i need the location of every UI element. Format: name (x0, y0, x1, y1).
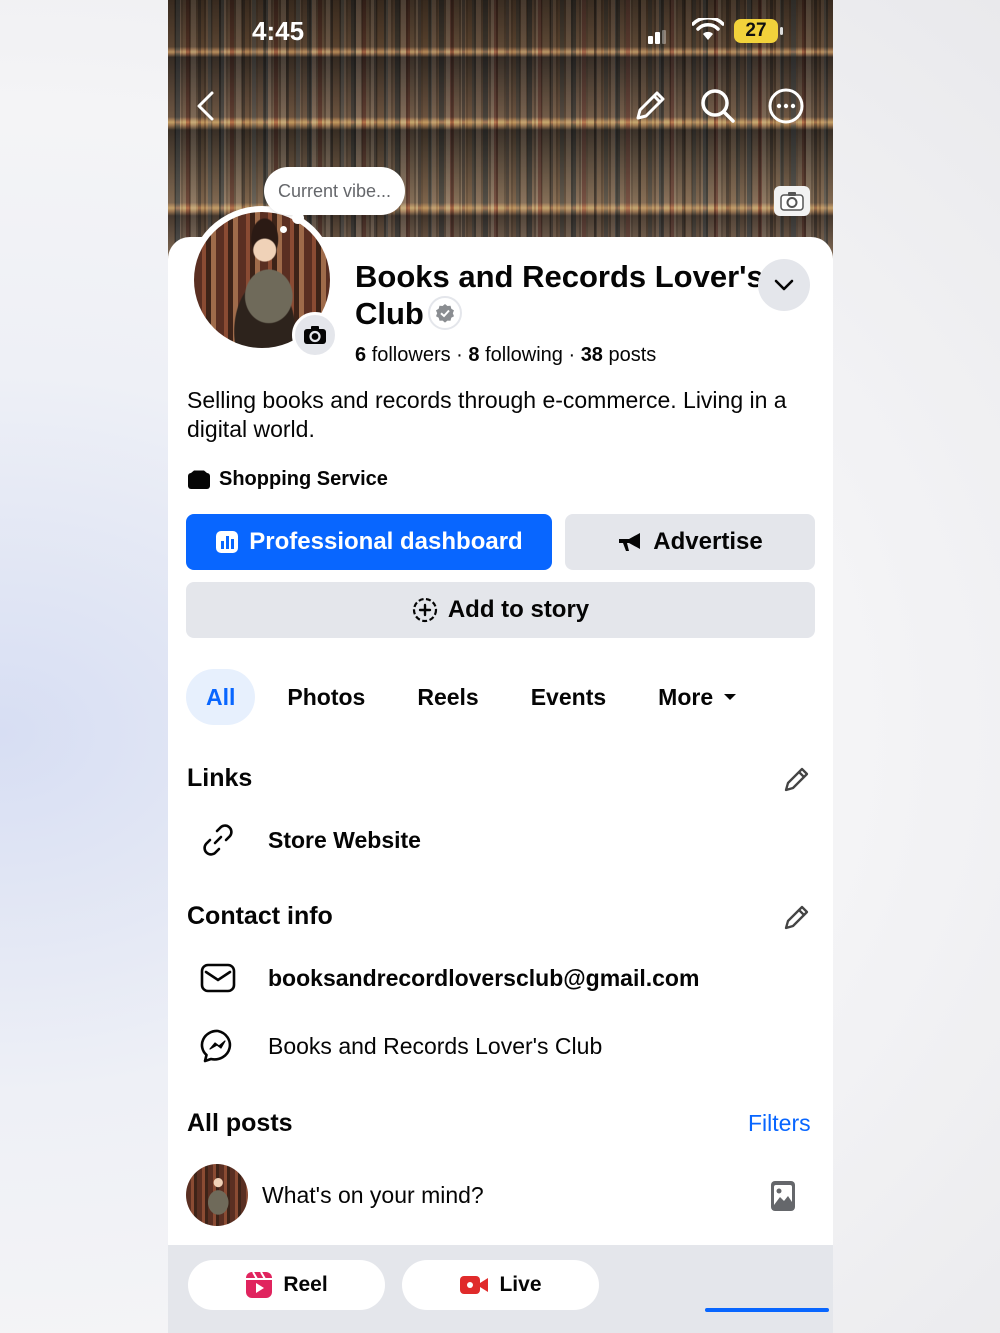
following-count[interactable]: 8 (468, 344, 479, 366)
composer-avatar[interactable] (186, 1164, 248, 1226)
reel-icon (246, 1271, 273, 1298)
page-bio: Selling books and records through e-comm… (187, 387, 787, 442)
page-name-text: Books and Records Lover's Club (355, 259, 764, 331)
megaphone-icon (619, 533, 641, 551)
profile-tabs: All Photos Reels Events More (186, 669, 769, 725)
professional-dashboard-button[interactable]: Professional dashboard (186, 514, 552, 570)
filters-link[interactable]: Filters (748, 1110, 811, 1137)
followers-count[interactable]: 6 (355, 344, 366, 366)
advertise-button[interactable]: Advertise (565, 514, 815, 570)
separator-dot: · (568, 344, 581, 366)
tab-events[interactable]: Events (511, 669, 626, 725)
active-nav-indicator (705, 1308, 829, 1312)
contact-section-title: Contact info (187, 902, 333, 930)
dashboard-icon (216, 531, 239, 553)
link-icon (198, 820, 238, 860)
mail-icon (198, 958, 238, 998)
composer-input[interactable]: What's on your mind? (262, 1182, 484, 1209)
shop-icon (188, 470, 210, 489)
add-to-story-label: Add to story (447, 596, 590, 623)
verified-badge-icon (427, 295, 462, 330)
status-time: 4:45 (252, 16, 305, 46)
posts-count: 38 (580, 344, 603, 366)
search-button[interactable] (698, 86, 738, 126)
contact-email[interactable]: booksandrecordloversclub@gmail.com (198, 958, 699, 998)
back-button[interactable] (186, 86, 226, 126)
link-store-website[interactable]: Store Website (198, 820, 421, 860)
following-label[interactable]: following (485, 344, 563, 366)
change-avatar-button[interactable] (292, 312, 338, 358)
all-posts-title: All posts (187, 1109, 293, 1137)
followers-label[interactable]: followers (372, 344, 451, 366)
phone-screen: 4:45 27 Current vibe... Books and Record… (168, 0, 833, 1333)
vibe-bubble-tail-small (280, 226, 287, 233)
profile-switcher-button[interactable] (758, 259, 810, 311)
tab-all[interactable]: All (186, 669, 256, 725)
contact-messenger[interactable]: Books and Records Lover's Club (198, 1026, 602, 1066)
photo-icon[interactable] (770, 1180, 796, 1217)
tab-more[interactable]: More (638, 669, 757, 725)
chevron-down-icon (774, 279, 794, 291)
links-section-title: Links (187, 764, 253, 792)
reel-label: Reel (283, 1273, 328, 1296)
separator-dot: · (456, 344, 469, 366)
page-category: Shopping Service (187, 468, 388, 491)
messenger-icon (198, 1026, 238, 1066)
search-icon (701, 89, 735, 123)
live-label: Live (499, 1273, 542, 1296)
pencil-icon (784, 767, 809, 792)
edit-cover-button[interactable] (630, 86, 670, 126)
dashboard-label: Professional dashboard (249, 528, 523, 555)
wifi-icon (691, 16, 725, 47)
caret-down-icon (724, 694, 737, 700)
pencil-icon (784, 905, 809, 930)
more-options-button[interactable] (766, 86, 806, 126)
advertise-label: Advertise (653, 528, 763, 555)
reel-button[interactable]: Reel (188, 1260, 385, 1310)
edit-contact-button[interactable] (782, 902, 812, 937)
camera-icon (780, 192, 804, 211)
live-button[interactable]: Live (402, 1260, 599, 1310)
more-icon (768, 88, 804, 124)
current-vibe-bubble[interactable]: Current vibe... (264, 167, 406, 215)
add-story-icon (412, 597, 437, 623)
profile-stats: 6 followers · 8 following · 38 posts (355, 344, 656, 367)
email-text[interactable]: booksandrecordloversclub@gmail.com (268, 965, 699, 992)
category-label: Shopping Service (219, 468, 388, 490)
battery-indicator: 27 (734, 19, 783, 43)
tab-more-label: More (658, 684, 714, 710)
add-to-story-button[interactable]: Add to story (186, 582, 815, 638)
tab-reels[interactable]: Reels (397, 669, 498, 725)
camera-icon (304, 326, 326, 344)
messenger-text[interactable]: Books and Records Lover's Club (268, 1033, 602, 1060)
vibe-bubble-tail (292, 212, 304, 224)
pencil-icon (636, 91, 665, 120)
link-label[interactable]: Store Website (268, 827, 421, 854)
tab-photos[interactable]: Photos (267, 669, 385, 725)
page-name: Books and Records Lover's Club (355, 258, 765, 333)
edit-cover-photo-button[interactable] (774, 186, 810, 216)
edit-links-button[interactable] (782, 764, 812, 799)
live-video-icon (460, 1276, 489, 1294)
signal-icon (648, 30, 666, 49)
posts-label: posts (608, 344, 657, 366)
